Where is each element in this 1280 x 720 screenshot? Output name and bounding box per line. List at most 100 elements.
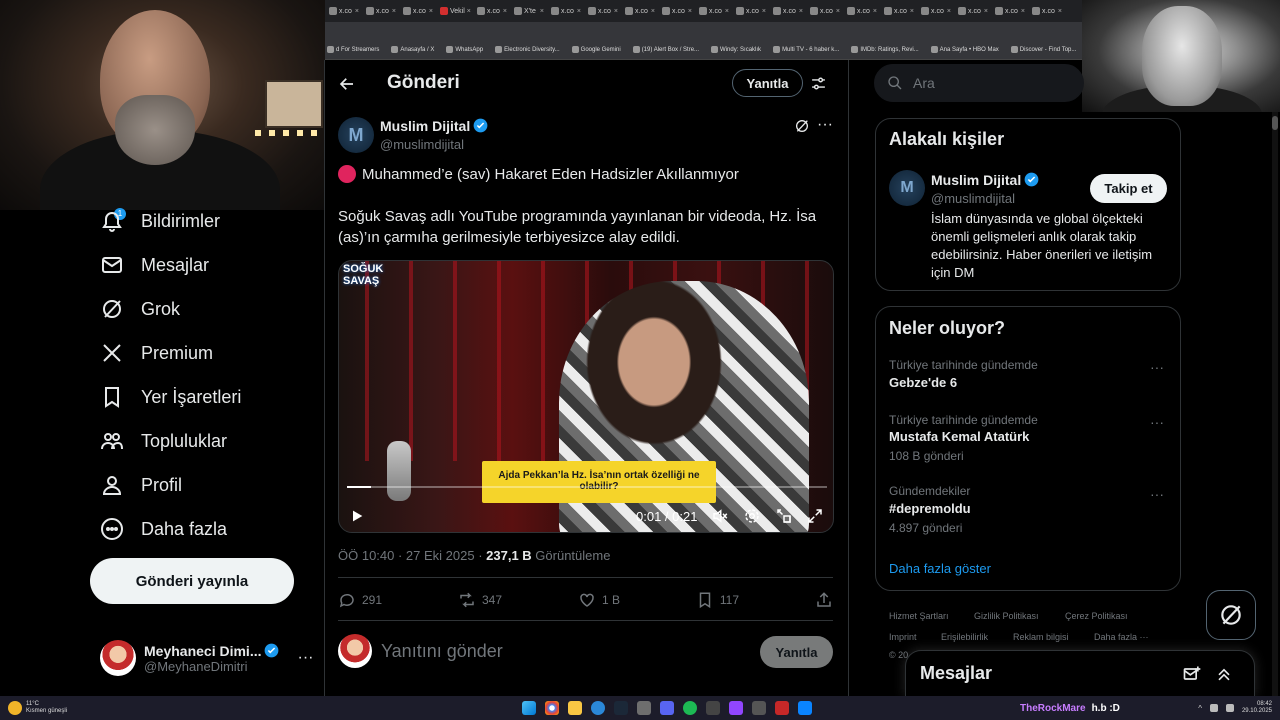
pip-button[interactable] [775,506,793,526]
related-avatar[interactable]: M [889,170,925,206]
bookmark-item[interactable]: d For Streamers [327,46,379,53]
tab-close-icon[interactable]: × [836,8,843,15]
tab-close-icon[interactable]: × [1021,8,1028,15]
volume-button[interactable] [711,506,729,526]
footer-link[interactable]: Hizmet Şartları [889,611,949,621]
tab-close-icon[interactable]: × [688,8,695,15]
weather-widget[interactable]: 11°C Kısmen güneşli [0,701,150,715]
browser-tab[interactable]: x.co × [991,0,1028,22]
nav-notifications[interactable]: Bildirimler [100,203,220,239]
account-switcher[interactable]: Meyhaneci Dimi... @MeyhaneDimitri ··· [100,638,320,678]
footer-link[interactable]: Erişilebilirlik [941,632,988,642]
browser-tab[interactable]: x.co × [325,0,362,22]
footer-link[interactable]: Çerez Politikası [1065,611,1128,621]
app-icon[interactable] [775,701,789,715]
tab-close-icon[interactable]: × [947,8,954,15]
account-more-icon[interactable]: ··· [297,649,313,667]
tab-close-icon[interactable]: × [1058,8,1065,15]
bookmark-item[interactable]: Google Gemini [571,46,621,53]
nav-communities[interactable]: Topluluklar [100,423,227,459]
trend-more-icon[interactable]: ··· [1150,486,1164,502]
bookmark-item[interactable]: Ana Sayfa • HBO Max [930,46,999,53]
browser-tab[interactable]: x.co × [547,0,584,22]
back-arrow-icon[interactable] [338,75,356,93]
tab-close-icon[interactable]: × [762,8,769,15]
nav-premium[interactable]: Premium [100,335,213,371]
fullscreen-button[interactable] [806,506,824,526]
tab-close-icon[interactable]: × [429,8,436,15]
steam-icon[interactable] [614,701,628,715]
author-handle[interactable]: @muslimdijital [380,137,464,152]
reply-header-button[interactable]: Yanıtla [732,69,803,97]
reply-send-button[interactable]: Yanıtla [760,636,833,668]
tab-close-icon[interactable]: × [873,8,880,15]
show-more-link[interactable]: Daha fazla göster [889,561,991,576]
browser-tab[interactable]: x.co × [843,0,880,22]
bookmark-item[interactable]: (19) Alert Box / Stre... [632,46,699,53]
follow-button[interactable]: Takip et [1090,174,1167,203]
page-scrollbar[interactable] [1272,112,1278,702]
nav-messages[interactable]: Mesajlar [100,247,209,283]
app-icon[interactable] [637,701,651,715]
related-handle[interactable]: @muslimdijital [931,191,1015,206]
browser-tab[interactable]: x.co × [362,0,399,22]
bookmark-item[interactable]: Windy: Sıcaklık [711,46,761,53]
tab-close-icon[interactable]: × [577,8,584,15]
browser-tab[interactable]: x.co × [658,0,695,22]
chevron-up-icon[interactable]: ^ [1198,704,1202,713]
bookmark-item[interactable]: Multi TV - 6 haber k... [773,46,839,53]
discord-icon[interactable] [660,701,674,715]
browser-tab[interactable]: x.co × [806,0,843,22]
nav-more[interactable]: Daha fazla [100,511,227,547]
tab-close-icon[interactable]: × [725,8,732,15]
post-timestamp[interactable]: ÖÖ 10:40 · 27 Eki 2025 · [338,548,486,563]
twitch-icon[interactable] [729,701,743,715]
settings-button[interactable] [743,506,761,526]
bookmark-item[interactable]: Electronic Diversity... [495,46,560,53]
tab-close-icon[interactable]: × [355,8,362,15]
chrome-icon[interactable] [545,701,559,715]
browser-tab[interactable]: X'te × [510,0,547,22]
scrollbar-thumb[interactable] [1272,116,1278,130]
browser-tab[interactable]: x.co × [399,0,436,22]
browser-url-bar[interactable] [325,22,1082,40]
reply-input[interactable]: Yanıtını gönder [381,641,503,662]
nav-profile[interactable]: Profil [100,467,182,503]
browser-tab[interactable]: x.co × [880,0,917,22]
messages-drawer[interactable]: Mesajlar [905,650,1255,696]
bookmark-action[interactable]: 117 [696,590,739,610]
browser-tab[interactable]: x.co × [917,0,954,22]
app-icon[interactable] [752,701,766,715]
browser-tab[interactable]: x.co × [695,0,732,22]
grok-floating-button[interactable] [1206,590,1256,640]
tab-close-icon[interactable]: × [540,8,547,15]
grok-icon[interactable] [794,118,810,134]
bookmark-item[interactable]: Anasayfa / X [391,46,434,53]
tab-close-icon[interactable]: × [651,8,658,15]
author-avatar[interactable]: M [338,117,374,153]
browser-tab[interactable]: x.co × [769,0,806,22]
chevron-up-double-icon[interactable] [1214,664,1234,684]
tab-close-icon[interactable]: × [392,8,399,15]
browser-tab[interactable]: x.co × [473,0,510,22]
spotify-icon[interactable] [683,701,697,715]
sliders-icon[interactable] [810,75,827,92]
browser-tab[interactable]: x.co × [584,0,621,22]
edge-icon[interactable] [591,701,605,715]
trend-name[interactable]: Gebze'de 6 [889,375,957,390]
footer-link[interactable]: Daha fazla ··· [1094,632,1149,642]
app-icon[interactable] [706,701,720,715]
share-action[interactable] [815,590,833,610]
volume-tray-icon[interactable] [1225,704,1234,712]
repost-action[interactable]: 347 [458,590,502,610]
tab-close-icon[interactable]: × [503,8,510,15]
tab-close-icon[interactable]: × [799,8,806,15]
browser-tab[interactable]: x.co × [1028,0,1065,22]
author-name-row[interactable]: Muslim Dijital [380,118,488,134]
tab-close-icon[interactable]: × [910,8,917,15]
bookmark-item[interactable]: WhatsApp [446,46,483,53]
new-message-icon[interactable] [1182,664,1202,684]
file-explorer-icon[interactable] [568,701,582,715]
search-input[interactable]: Ara [874,64,1084,102]
bookmark-item[interactable]: Discover - Find Top... [1010,46,1076,53]
